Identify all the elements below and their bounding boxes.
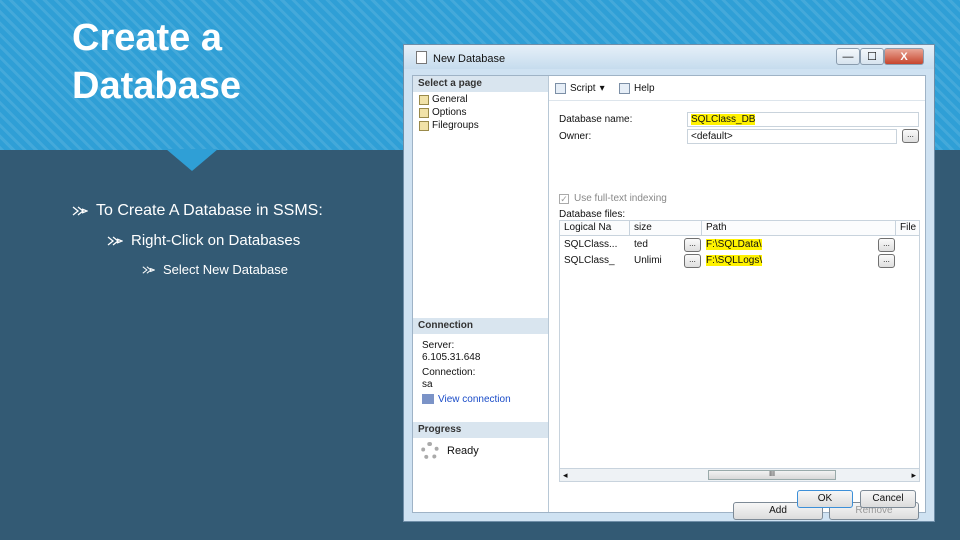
connection-label: Connection: [422,367,476,378]
cell-logical-name: SQLClass_ [564,255,615,266]
dialog-title: New Database [433,53,506,65]
cell-size: ted [634,239,648,250]
page-icon [419,107,429,118]
connection-header: Connection [413,318,548,334]
page-icon [419,94,429,105]
database-name-value: SQLClass_DB [691,114,756,125]
script-button[interactable]: Script ▾ [555,83,605,94]
owner-label: Owner: [559,131,592,142]
slide-title-line-1: Create a [72,17,222,59]
slide-title-line-2: Database [72,65,241,107]
bullet-text-3: Select New Database [163,262,289,277]
path-value: F:\SQLLogs\ [706,255,763,266]
database-name-input[interactable]: SQLClass_DB [687,112,919,127]
column-header[interactable]: Path [702,221,896,236]
column-header[interactable]: size [630,221,702,236]
bullet-level-1: To Create A Database in SSMS: [72,202,323,220]
help-button[interactable]: Help [619,83,655,94]
select-page-header: Select a page [413,76,548,92]
dialog-titlebar[interactable]: New Database — ☐ X [404,45,934,69]
path-browse-button[interactable]: ... [878,254,895,268]
cell-size: Unlimi [634,255,662,266]
page-label: General [432,94,468,105]
help-label: Help [634,83,655,94]
server-value: 6.105.31.648 [422,352,481,363]
autogrowth-browse-button[interactable]: ... [684,254,701,268]
script-label: Script [570,83,596,94]
column-header[interactable]: File Na [896,221,920,236]
slide-title: Create a Database [72,14,241,110]
path-value: F:\SQLData\ [706,239,762,250]
dialog-toolbar: Script ▾ Help [549,76,925,101]
database-name-label: Database name: [559,114,633,125]
page-item-general[interactable]: General [419,94,468,105]
view-connection-label: View connection [438,394,511,405]
column-header[interactable]: Logical Na [560,221,630,236]
chevron-down-icon: ▾ [599,83,605,94]
script-icon [555,83,566,94]
dialog-body: Select a page General Options Filegroups… [412,75,926,520]
cell-logical-name: SQLClass... [564,239,618,250]
page-item-filegroups[interactable]: Filegroups [419,120,479,131]
ok-button[interactable]: OK [797,490,853,508]
owner-value: <default> [691,131,733,142]
cell-path: F:\SQLData\ [702,237,862,252]
database-icon [416,51,427,64]
page-icon [419,120,429,131]
database-files-label: Database files: [559,209,626,220]
server-label: Server: [422,340,455,351]
bullet-arrows-icon [72,206,88,216]
connection-properties-icon [422,394,434,405]
bullet-level-3: Select New Database [142,262,288,277]
connection-value: sa [422,379,433,390]
scroll-left-arrow-icon[interactable]: ◂ [563,469,568,481]
banner-notch [166,149,218,171]
cancel-button[interactable]: Cancel [860,490,916,508]
bullet-text-1: To Create A Database in SSMS: [96,202,323,219]
path-browse-button[interactable]: ... [878,238,895,252]
page-label: Filegroups [432,120,479,131]
database-files-table: Logical Na size Path File Na SQLClass...… [559,220,920,470]
owner-input[interactable]: <default> [687,129,897,144]
progress-header: Progress [413,422,548,438]
bullet-text-2: Right-Click on Databases [131,232,301,249]
cell-path: F:\SQLLogs\ [702,253,862,268]
help-icon [619,83,630,94]
fulltext-checkbox[interactable]: ✓ [559,194,569,204]
scroll-right-arrow-icon[interactable]: ▸ [911,469,916,481]
right-pane: Script ▾ Help Database name: SQLClass_DB… [549,76,925,520]
page-label: Options [432,107,467,118]
close-button[interactable]: X [884,48,924,65]
owner-browse-button[interactable]: ... [902,129,919,143]
scroll-thumb[interactable]: III [708,470,836,480]
left-pane: Select a page General Options Filegroups… [413,76,549,512]
new-database-dialog: New Database — ☐ X Select a page General… [403,44,935,522]
view-connection-link[interactable]: View connection [422,394,511,405]
horizontal-scrollbar[interactable]: ◂ III ▸ [559,468,920,482]
bullet-arrows-icon [142,265,155,274]
fulltext-label: Use full-text indexing [574,193,667,204]
minimize-button[interactable]: — [836,48,860,65]
bullet-level-2: Right-Click on Databases [107,232,300,249]
autogrowth-browse-button[interactable]: ... [684,238,701,252]
progress-status: Ready [447,445,479,457]
maximize-button[interactable]: ☐ [860,48,884,65]
progress-spinner-icon [421,442,439,460]
bullet-arrows-icon [107,235,123,246]
page-item-options[interactable]: Options [419,107,466,118]
